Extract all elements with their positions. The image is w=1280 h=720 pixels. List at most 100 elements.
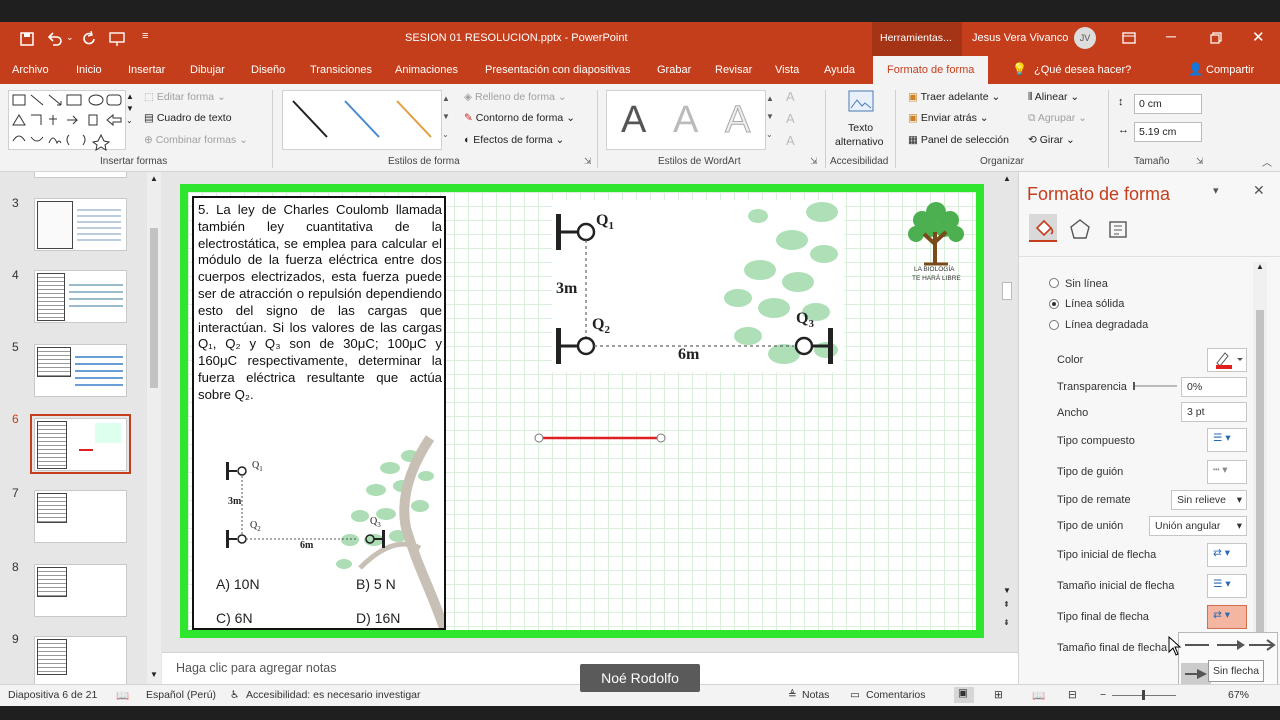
notes-button[interactable]: Notas xyxy=(802,689,829,701)
main-scrollbar[interactable]: ▲ ▼ ⇞ ⇟ xyxy=(1000,172,1016,652)
format-shape-panel[interactable]: Formato de forma ▾ ✕ ▲ Sin línea Línea s… xyxy=(1018,172,1280,684)
slide-thumbnail[interactable] xyxy=(34,198,127,251)
shape-outline-button[interactable]: ✎ Contorno de forma ⌄ xyxy=(464,112,575,124)
tab-revisar[interactable]: Revisar xyxy=(715,56,752,84)
begin-arrow-dropdown[interactable]: ⇄ ▾ xyxy=(1207,543,1247,567)
begin-size-dropdown[interactable]: ☰ ▾ xyxy=(1207,574,1247,598)
language-status[interactable]: Español (Perú) xyxy=(146,689,216,701)
color-picker-button[interactable] xyxy=(1207,348,1247,372)
notes-icon[interactable]: ≜ xyxy=(788,689,797,701)
tab-transiciones[interactable]: Transiciones xyxy=(310,56,372,84)
slide-thumbnail-active[interactable] xyxy=(34,418,127,471)
notes-placeholder[interactable]: Haga clic para agregar notas xyxy=(176,661,337,675)
wordart-style-2[interactable]: A xyxy=(673,99,698,142)
end-arrow-dropdown[interactable]: ⇄ ▾ xyxy=(1207,605,1247,629)
merge-shapes-button[interactable]: ⊕ Combinar formas ⌄ xyxy=(144,134,248,146)
transparency-input[interactable]: 0% xyxy=(1181,377,1247,397)
alt-text-button[interactable]: Texto alternativo xyxy=(832,88,890,152)
dialog-launcher-icon[interactable]: ⇲ xyxy=(584,156,592,167)
scroll-down-icon[interactable]: ▼ xyxy=(150,670,158,679)
radio-solid-line[interactable] xyxy=(1049,299,1059,309)
user-name[interactable]: Jesus Vera Vivanco xyxy=(972,32,1068,44)
tab-vista[interactable]: Vista xyxy=(775,56,799,84)
text-box-button[interactable]: ▤ Cuadro de texto xyxy=(144,112,232,124)
slide-thumbnail[interactable] xyxy=(34,564,127,617)
close-icon[interactable]: ✕ xyxy=(1252,28,1265,46)
thumbnail-partial[interactable] xyxy=(34,172,127,178)
present-icon[interactable] xyxy=(108,31,126,47)
cap-type-dropdown[interactable]: Sin relieve ▾ xyxy=(1171,490,1247,510)
width-input[interactable]: 5.19 cm xyxy=(1134,122,1202,142)
slide-thumbnail[interactable] xyxy=(34,344,127,397)
shape-fill-button[interactable]: ◈ Relleno de forma ⌄ xyxy=(464,91,567,103)
panel-close-icon[interactable]: ✕ xyxy=(1253,182,1265,199)
join-type-dropdown[interactable]: Unión angular ▾ xyxy=(1149,516,1247,536)
comments-icon[interactable]: ▭ xyxy=(850,689,860,701)
thumbnail-pane[interactable]: ▲ ▼ 3 4 5 6 7 8 9 xyxy=(0,172,162,684)
shape-styles-gallery[interactable] xyxy=(282,90,442,150)
height-input[interactable]: 0 cm xyxy=(1134,94,1202,114)
wordart-style-3[interactable]: A xyxy=(724,99,750,142)
label-no-line[interactable]: Sin línea xyxy=(1065,278,1108,290)
align-button[interactable]: ⫴ Alinear ⌄ xyxy=(1028,91,1079,104)
main-scroll-up-icon[interactable]: ▲ xyxy=(1003,174,1011,183)
styles-gallery-scroll[interactable]: ▲ ▼ ⌄ xyxy=(442,90,454,150)
zoom-slider[interactable] xyxy=(1112,690,1176,700)
zoom-level[interactable]: 67% xyxy=(1228,689,1249,701)
tab-inicio[interactable]: Inicio xyxy=(76,56,102,84)
transparency-slider[interactable] xyxy=(1133,382,1177,390)
main-scroll-thumb[interactable] xyxy=(1002,282,1012,300)
ribbon-display-icon[interactable] xyxy=(1122,32,1136,44)
bring-forward-button[interactable]: ▣ Traer adelante ⌄ xyxy=(908,91,1000,103)
radio-no-line[interactable] xyxy=(1049,278,1059,288)
normal-view-button[interactable]: ▣ xyxy=(954,687,974,703)
tell-me-input[interactable]: ¿Qué desea hacer? xyxy=(1034,56,1131,84)
tab-archivo[interactable]: Archivo xyxy=(12,56,49,84)
size-dialog-launcher-icon[interactable]: ⇲ xyxy=(1196,156,1204,167)
dash-type-dropdown[interactable]: ┅ ▾ xyxy=(1207,460,1247,484)
panel-scroll-thumb[interactable] xyxy=(1256,310,1264,650)
panel-scroll-up-icon[interactable]: ▲ xyxy=(1256,262,1264,271)
wordart-gallery-scroll[interactable]: ▲ ▼ ⌄ xyxy=(766,90,778,150)
slide-thumbnail[interactable] xyxy=(34,270,127,323)
undo-dropdown-icon[interactable]: ⌄ xyxy=(66,32,74,43)
slideshow-icon[interactable]: ⊟ xyxy=(1068,689,1077,701)
collapse-ribbon-icon[interactable]: ︿ xyxy=(1262,154,1272,169)
redo-icon[interactable] xyxy=(82,31,98,47)
effects-pentagon-icon[interactable] xyxy=(1069,218,1091,240)
accessibility-status[interactable]: Accesibilidad: es necesario investigar xyxy=(246,689,421,701)
selection-pane-button[interactable]: ▦ Panel de selección xyxy=(908,134,1009,146)
fill-line-tab[interactable] xyxy=(1029,214,1057,242)
wordart-style-1[interactable]: A xyxy=(621,99,646,142)
shape-effects-button[interactable]: ◐ Efectos de forma ⌄ xyxy=(464,134,564,146)
text-outline-icon[interactable]: A xyxy=(786,111,795,126)
tab-insertar[interactable]: Insertar xyxy=(128,56,165,84)
slide-thumbnail[interactable] xyxy=(34,490,127,543)
main-scroll-down-icon[interactable]: ▼ xyxy=(1003,586,1011,595)
panel-scrollbar[interactable]: ▲ xyxy=(1253,262,1267,682)
biology-logo[interactable]: LA BIOLOGÍA TE HARÁ LIBRE xyxy=(902,202,968,288)
zoom-out-icon[interactable]: − xyxy=(1100,689,1106,701)
rotate-button[interactable]: ⟲ Girar ⌄ xyxy=(1028,134,1075,146)
text-fill-icon[interactable]: A xyxy=(786,89,795,104)
accessibility-icon[interactable]: ♿ xyxy=(230,689,239,701)
scroll-up-icon[interactable]: ▲ xyxy=(150,174,158,183)
shapes-gallery-scroll[interactable]: ▲ ▼ ⌄ xyxy=(126,90,136,150)
radio-gradient-line[interactable] xyxy=(1049,320,1059,330)
send-backward-button[interactable]: ▣ Enviar atrás ⌄ xyxy=(908,112,989,124)
avatar[interactable]: JV xyxy=(1074,27,1096,49)
shapes-gallery[interactable] xyxy=(8,90,126,152)
edit-shape-button[interactable]: ⬚ Editar forma ⌄ xyxy=(144,91,226,103)
comments-button[interactable]: Comentarios xyxy=(866,689,926,701)
group-button[interactable]: ⧉ Agrupar ⌄ xyxy=(1028,112,1087,125)
question-box[interactable]: 5. La ley de Charles Coulomb llamada tam… xyxy=(192,196,446,630)
selected-line-shape[interactable] xyxy=(530,428,670,448)
prev-slide-icon[interactable]: ⇞ xyxy=(1003,600,1010,609)
restore-icon[interactable] xyxy=(1210,32,1222,44)
text-effects-icon[interactable]: A xyxy=(786,133,795,148)
undo-icon[interactable] xyxy=(46,31,62,47)
tab-grabar[interactable]: Grabar xyxy=(657,56,691,84)
tab-ayuda[interactable]: Ayuda xyxy=(824,56,855,84)
charges-diagram-image[interactable]: Q1 3m Q2 Q3 6m xyxy=(552,200,844,372)
spellcheck-icon[interactable]: 📖 xyxy=(116,689,129,702)
